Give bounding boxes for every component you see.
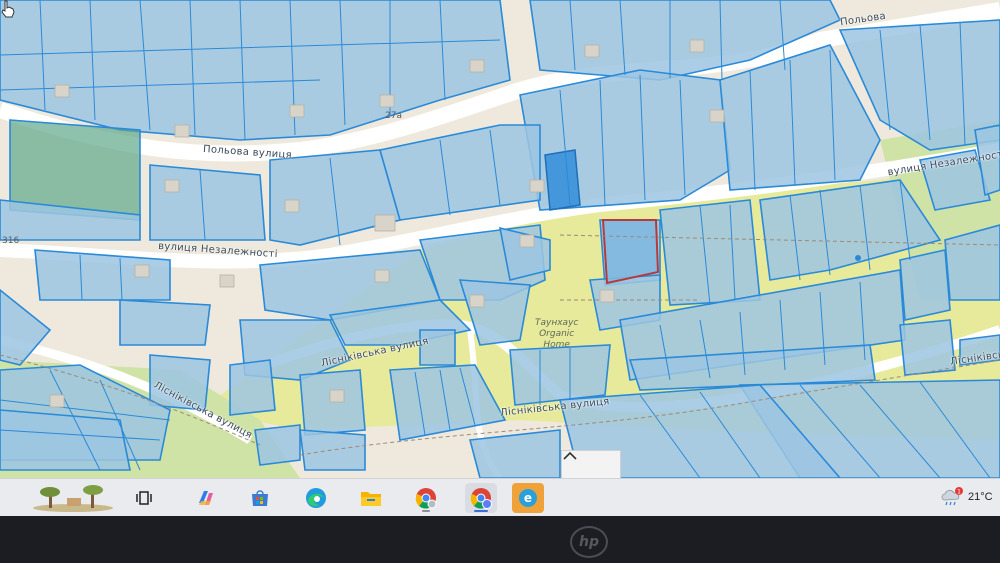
copilot-button[interactable] — [190, 483, 222, 513]
task-view-button[interactable] — [128, 483, 160, 513]
poi-line-1: Таунхаус — [535, 318, 579, 328]
taskbar: e 1 21°C — [0, 478, 1000, 517]
active-indicator — [474, 510, 488, 512]
house-number-label: 27а — [385, 111, 402, 121]
microsoft-store-button[interactable] — [244, 483, 276, 513]
poi-line-2: Organic — [539, 329, 575, 339]
chevron-up-icon — [563, 451, 577, 460]
task-view-icon — [136, 491, 152, 505]
map-marker[interactable] — [855, 255, 861, 261]
svg-text:e: e — [524, 491, 532, 505]
widgets-icon — [33, 485, 113, 512]
weather-widget[interactable]: 1 21°C — [940, 487, 993, 507]
hand-cursor-icon — [1, 0, 15, 18]
map-canvas[interactable] — [0, 0, 1000, 478]
laptop-bezel — [0, 516, 1000, 563]
weather-alert-badge: 1 — [957, 489, 961, 496]
edge-button[interactable] — [300, 483, 332, 513]
file-explorer-button[interactable] — [355, 483, 387, 513]
chrome-profile-icon — [470, 488, 492, 509]
highlighted-parcel[interactable] — [544, 149, 581, 211]
weather-temperature: 21°C — [968, 491, 993, 503]
show-more-button[interactable] — [561, 450, 621, 478]
chrome-icon — [415, 488, 437, 509]
poi-line-3: Home — [543, 340, 570, 350]
running-indicator — [422, 510, 430, 512]
weather-rain-icon: 1 — [941, 487, 963, 506]
poi-townhouse-label[interactable]: Таунхаус Organic Home — [535, 318, 578, 351]
chrome-button[interactable] — [410, 483, 442, 513]
cadastral-map[interactable]: Польова Польова вулиця вулиця Незалежнос… — [0, 0, 1000, 478]
file-explorer-icon — [361, 492, 381, 506]
copilot-icon — [199, 491, 213, 505]
chrome-profile-button[interactable] — [465, 483, 497, 513]
edge-icon — [306, 488, 326, 508]
widgets-button[interactable] — [28, 483, 118, 513]
road-code-label: 316 — [2, 236, 20, 246]
edge-legacy-icon: e — [519, 489, 537, 507]
hp-logo: hp — [570, 526, 608, 558]
microsoft-store-icon — [252, 490, 268, 506]
edge-legacy-button[interactable]: e — [512, 483, 544, 513]
selected-parcel[interactable] — [601, 219, 660, 285]
